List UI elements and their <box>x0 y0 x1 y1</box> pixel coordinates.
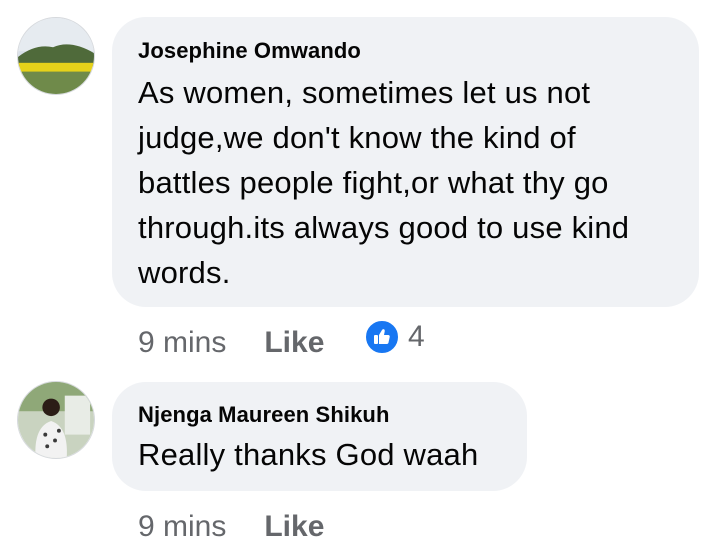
comment-author[interactable]: Josephine Omwando <box>138 38 673 64</box>
comment-bubble: Njenga Maureen Shikuh Really thanks God … <box>112 382 527 491</box>
comment-text-line: judge,we don't know the kind of <box>138 120 576 155</box>
comment-timestamp[interactable]: 9 mins <box>138 510 226 544</box>
comment-text-line: through.its always good to use kind <box>138 210 630 245</box>
comment-bubble: Josephine Omwando As women, sometimes le… <box>112 17 699 307</box>
reaction-summary[interactable]: 4 <box>364 319 425 355</box>
like-button[interactable]: Like <box>264 510 324 544</box>
comment-timestamp[interactable]: 9 mins <box>138 326 226 360</box>
comment-actions: 9 mins Like <box>138 510 324 544</box>
comment-text-line: Really thanks God waah <box>138 437 479 472</box>
reaction-count: 4 <box>408 320 425 353</box>
comment-author[interactable]: Njenga Maureen Shikuh <box>138 402 501 428</box>
comment-actions: 9 mins Like <box>138 326 324 360</box>
comment-text-line: battles people fight,or what thy go <box>138 165 609 200</box>
person-avatar-image <box>18 382 94 458</box>
comment-text: Really thanks God waah <box>138 432 501 477</box>
comment-text: As women, sometimes let us not judge,we … <box>138 70 673 295</box>
thumbs-up-icon <box>364 319 400 355</box>
comment-text-line: words. <box>138 255 231 290</box>
avatar-njenga-maureen-shikuh[interactable] <box>17 381 95 459</box>
avatar-josephine-omwando[interactable] <box>17 17 95 95</box>
landscape-avatar-image <box>18 18 94 94</box>
comment-text-line: As women, sometimes let us not <box>138 75 591 110</box>
like-button[interactable]: Like <box>264 326 324 360</box>
